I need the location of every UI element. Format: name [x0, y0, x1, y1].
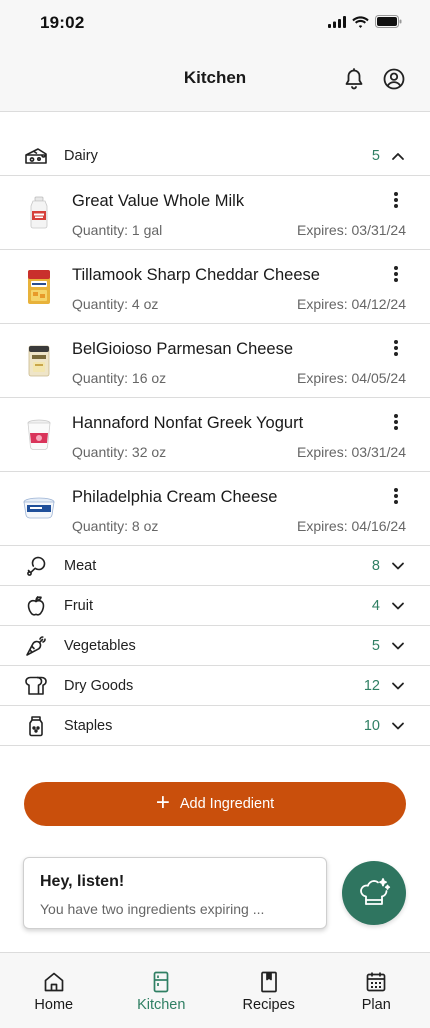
category-count: 12	[363, 678, 380, 694]
status-time: 19:02	[40, 13, 85, 32]
cheddar-package-image	[22, 267, 56, 307]
chevron-down-icon	[392, 722, 404, 730]
add-ingredient-button[interactable]: + Add Ingredient	[24, 782, 406, 826]
notice-title: Hey, listen!	[40, 873, 125, 890]
add-ingredient-label: Add Ingredient	[179, 796, 275, 812]
milk-jug-image	[22, 193, 56, 233]
category-label: Vegetables	[64, 638, 136, 654]
ingredient-row[interactable]: Philadelphia Cream Cheese Quantity: 8 oz…	[0, 472, 430, 546]
home-icon	[43, 971, 65, 993]
app-header: Kitchen	[0, 48, 430, 112]
wifi-icon	[352, 15, 369, 28]
more-options-button[interactable]	[392, 338, 400, 358]
category-label: Fruit	[64, 598, 93, 614]
category-dry-goods[interactable]: Dry Goods 12	[0, 666, 430, 706]
nav-recipes[interactable]: Recipes	[215, 953, 323, 1028]
chef-assistant-button[interactable]	[342, 861, 406, 925]
bread-icon	[24, 674, 48, 698]
chevron-up-icon	[392, 153, 404, 160]
more-options-button[interactable]	[392, 264, 400, 284]
category-count: 10	[363, 718, 380, 734]
category-fruit[interactable]: Fruit 4	[0, 586, 430, 626]
ingredient-expiration: Expires: 03/31/24	[297, 222, 406, 238]
fridge-icon	[150, 971, 172, 993]
chevron-down-icon	[392, 642, 404, 650]
more-options-button[interactable]	[392, 486, 400, 506]
nav-plan[interactable]: Plan	[323, 953, 430, 1028]
bottom-nav: Home Kitchen Recipes Plan	[0, 952, 430, 1028]
drumstick-icon	[24, 554, 48, 578]
yogurt-tub-image	[22, 415, 56, 455]
ingredient-name: Great Value Whole Milk	[72, 192, 245, 210]
parmesan-package-image	[22, 341, 56, 381]
notifications-button[interactable]	[342, 67, 366, 91]
category-label: Staples	[64, 718, 113, 734]
battery-icon	[375, 15, 402, 28]
apple-icon	[24, 594, 48, 618]
category-label: Meat	[64, 558, 97, 574]
ingredient-row[interactable]: Hannaford Nonfat Greek Yogurt Quantity: …	[0, 398, 430, 472]
ingredient-row[interactable]: Tillamook Sharp Cheddar Cheese Quantity:…	[0, 250, 430, 324]
profile-button[interactable]	[382, 67, 406, 91]
ingredient-name: Tillamook Sharp Cheddar Cheese	[72, 266, 320, 284]
more-options-button[interactable]	[392, 190, 400, 210]
status-icons	[328, 15, 402, 28]
ingredient-row[interactable]: BelGioioso Parmesan Cheese Quantity: 16 …	[0, 324, 430, 398]
ingredient-expiration: Expires: 04/16/24	[297, 518, 406, 534]
ingredient-quantity: Quantity: 4 oz	[72, 296, 159, 312]
calendar-icon	[365, 971, 387, 993]
chef-hat-icon	[360, 878, 391, 905]
category-count: 5	[371, 148, 380, 164]
ingredient-quantity: Quantity: 8 oz	[72, 518, 159, 534]
ingredient-expiration: Expires: 04/12/24	[297, 296, 406, 312]
ingredient-name: Philadelphia Cream Cheese	[72, 488, 278, 506]
cheese-icon	[24, 144, 48, 168]
ingredient-name: Hannaford Nonfat Greek Yogurt	[72, 414, 304, 432]
plus-icon: +	[155, 789, 170, 816]
status-bar: 19:02	[0, 0, 430, 48]
cellular-signal-icon	[328, 15, 346, 28]
ingredient-expiration: Expires: 04/05/24	[297, 370, 406, 386]
ingredient-quantity: Quantity: 16 oz	[72, 370, 167, 386]
category-vegetables[interactable]: Vegetables 5	[0, 626, 430, 666]
carrot-icon	[24, 634, 48, 658]
category-staples[interactable]: Staples 10	[0, 706, 430, 746]
profile-icon	[383, 68, 405, 90]
cream-cheese-tub-image	[22, 489, 56, 529]
chevron-down-icon	[392, 602, 404, 610]
category-count: 8	[371, 558, 380, 574]
book-icon	[258, 971, 280, 993]
ingredient-quantity: Quantity: 32 oz	[72, 444, 167, 460]
nav-home[interactable]: Home	[0, 953, 108, 1028]
nav-label: Kitchen	[137, 997, 186, 1013]
nav-label: Plan	[361, 997, 391, 1013]
category-label: Dry Goods	[64, 678, 134, 694]
bell-icon	[345, 68, 363, 90]
category-label: Dairy	[64, 148, 98, 164]
category-meat[interactable]: Meat 8	[0, 546, 430, 586]
more-options-button[interactable]	[392, 412, 400, 432]
chevron-down-icon	[392, 682, 404, 690]
ingredient-expiration: Expires: 03/31/24	[297, 444, 406, 460]
ingredient-quantity: Quantity: 1 gal	[72, 222, 163, 238]
category-dairy[interactable]: Dairy 5	[0, 136, 430, 176]
nav-label: Recipes	[242, 997, 295, 1013]
expiring-notice-card[interactable]: Hey, listen! You have two ingredients ex…	[23, 857, 327, 929]
category-count: 5	[371, 638, 380, 654]
category-count: 4	[371, 598, 380, 614]
chevron-down-icon	[392, 562, 404, 570]
ingredient-name: BelGioioso Parmesan Cheese	[72, 340, 294, 358]
nav-label: Home	[34, 997, 74, 1013]
nav-kitchen[interactable]: Kitchen	[108, 953, 216, 1028]
ingredient-row[interactable]: Great Value Whole Milk Quantity: 1 gal E…	[0, 176, 430, 250]
notice-body: You have two ingredients expiring ...	[40, 901, 265, 917]
salt-shaker-icon	[24, 714, 48, 738]
